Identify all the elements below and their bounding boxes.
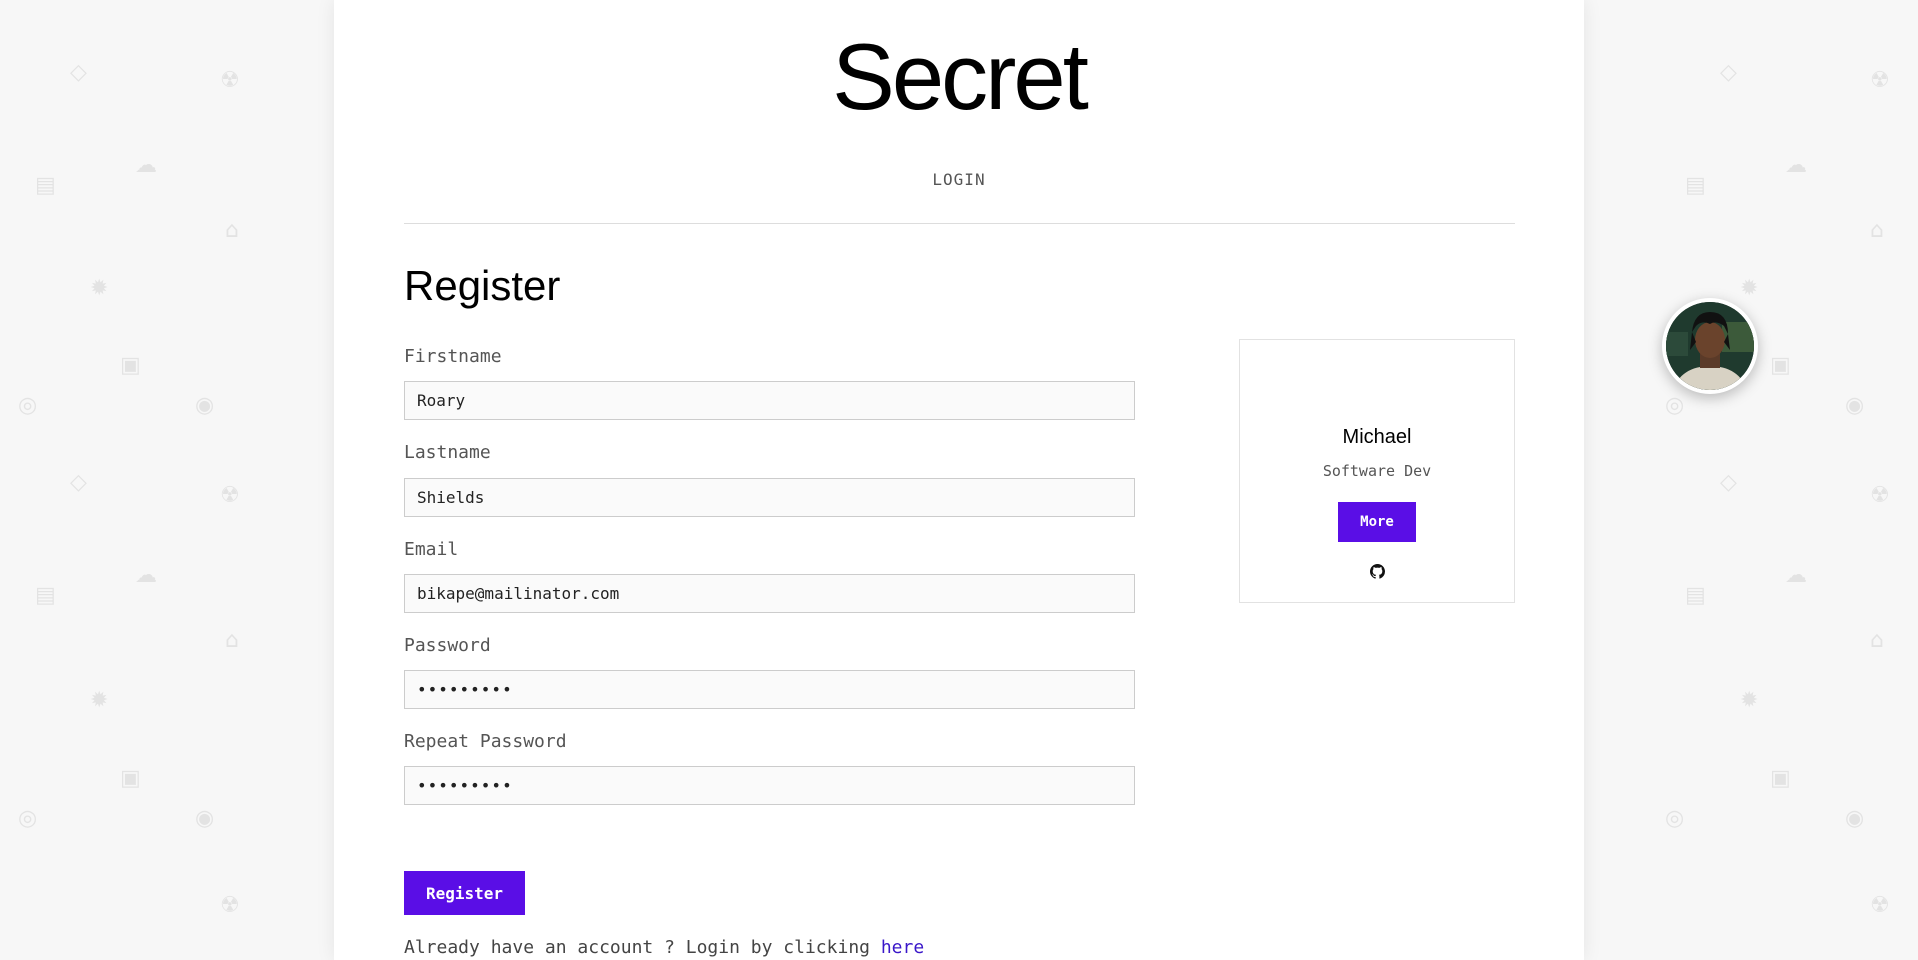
pattern-icon: ⌂ <box>225 218 239 243</box>
pattern-icon: ◎ <box>1665 806 1685 831</box>
pattern-icon: ☁ <box>135 563 157 588</box>
repeat-password-label: Repeat Password <box>404 731 567 752</box>
login-here-link[interactable]: here <box>881 937 924 958</box>
firstname-input[interactable] <box>404 381 1135 420</box>
pattern-icon: ◉ <box>1845 806 1865 831</box>
pattern-icon: ◉ <box>1845 393 1865 418</box>
email-label: Email <box>404 539 459 560</box>
pattern-icon: ☢ <box>220 893 240 918</box>
profile-role: Software Dev <box>1322 462 1432 480</box>
profile-name: Michael <box>1342 426 1412 448</box>
pattern-icon: ⌂ <box>1870 218 1884 243</box>
pattern-icon: ◇ <box>70 60 87 85</box>
password-label: Password <box>404 635 491 656</box>
pattern-icon: ▤ <box>35 173 56 198</box>
lastname-input[interactable] <box>404 478 1135 517</box>
pattern-icon: ▣ <box>1770 353 1791 378</box>
email-input[interactable] <box>404 574 1135 613</box>
pattern-icon: ☢ <box>1870 893 1890 918</box>
pattern-icon: ◇ <box>1720 60 1737 85</box>
pattern-icon: ✹ <box>1740 688 1759 713</box>
pattern-icon: ⌂ <box>225 628 239 653</box>
more-button[interactable]: More <box>1338 502 1416 542</box>
pattern-icon: ◎ <box>18 806 38 831</box>
pattern-icon: ▤ <box>35 583 56 608</box>
login-hint-text: Already have an account ? Login by click… <box>404 937 881 958</box>
pattern-icon: ✹ <box>1740 276 1759 301</box>
pattern-icon: ☁ <box>1785 153 1807 178</box>
avatar-image <box>1666 302 1754 390</box>
pattern-icon: ☢ <box>220 68 240 93</box>
pattern-icon: ⌂ <box>1870 628 1884 653</box>
pattern-icon: ☢ <box>220 483 240 508</box>
pattern-icon: ✹ <box>90 688 109 713</box>
pattern-icon: ☢ <box>1870 68 1890 93</box>
pattern-icon: ▤ <box>1685 583 1706 608</box>
pattern-icon: ▤ <box>1685 173 1706 198</box>
pattern-icon: ◎ <box>1665 393 1685 418</box>
pattern-icon: ▣ <box>120 353 141 378</box>
header-divider <box>404 223 1515 224</box>
form-title: Register <box>404 262 561 309</box>
register-button[interactable]: Register <box>404 871 525 915</box>
site-title: Secret <box>832 24 1089 129</box>
pattern-icon: ◇ <box>1720 470 1737 495</box>
pattern-icon: ◎ <box>18 393 38 418</box>
pattern-icon: ☁ <box>135 153 157 178</box>
repeat-password-input[interactable] <box>404 766 1135 805</box>
pattern-icon: ▣ <box>1770 766 1791 791</box>
lastname-label: Lastname <box>404 442 491 463</box>
pattern-icon: ☁ <box>1785 563 1807 588</box>
github-icon[interactable] <box>1370 564 1385 579</box>
firstname-label: Firstname <box>404 346 502 367</box>
pattern-icon: ◇ <box>70 470 87 495</box>
nav-login-link[interactable]: LOGIN <box>334 170 1584 189</box>
profile-avatar <box>1662 298 1758 394</box>
pattern-icon: ◉ <box>195 806 215 831</box>
pattern-icon: ☢ <box>1870 483 1890 508</box>
login-hint: Already have an account ? Login by click… <box>404 937 924 958</box>
pattern-icon: ◉ <box>195 393 215 418</box>
password-input[interactable] <box>404 670 1135 709</box>
pattern-icon: ▣ <box>120 766 141 791</box>
main-container: Secret LOGIN Register Firstname Lastname… <box>334 0 1584 960</box>
pattern-icon: ✹ <box>90 276 109 301</box>
